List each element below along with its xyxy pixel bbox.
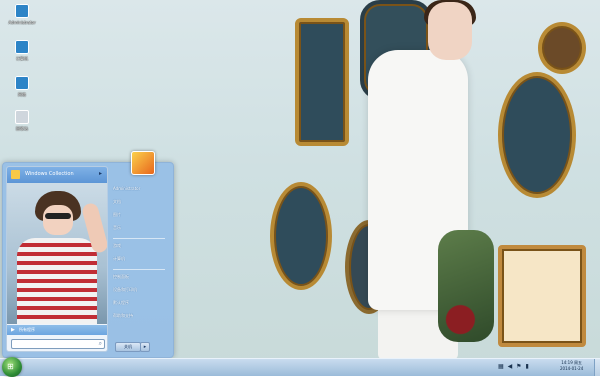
start-search-box[interactable]: ⌕ [11, 339, 105, 351]
taskbar-clock[interactable]: 14:19 周五 2014-01-24 [560, 360, 583, 372]
start-menu-user-photo [7, 183, 107, 324]
network-icon [15, 76, 29, 90]
system-tray[interactable]: ▦ ◀ ⚑ ▮ [498, 363, 530, 370]
desktop-icon-recycle-bin[interactable]: 回收站 [4, 110, 40, 132]
divider [113, 269, 165, 270]
network-icon[interactable]: ▦ [498, 363, 505, 370]
desktop-icon-label: Administrator [8, 20, 36, 25]
wallpaper-flowers [438, 230, 494, 342]
shutdown-button[interactable]: 关机 [115, 342, 141, 352]
start-menu: Windows Collection ▸ ▶ 所有程序 ⌕ Administra… [2, 151, 174, 358]
wallpaper-mirror-frame [270, 182, 332, 290]
desktop-icon-network[interactable]: 网络 [4, 76, 40, 98]
flag-icon[interactable]: ⚑ [516, 363, 522, 370]
computer-icon [15, 40, 29, 54]
start-menu-left-pane: Windows Collection ▸ ▶ 所有程序 ⌕ [6, 166, 108, 352]
all-programs-button[interactable]: ▶ 所有程序 [7, 325, 107, 335]
photo-shirt [17, 238, 97, 324]
start-item-help-support[interactable]: 帮助和支持 [113, 313, 169, 322]
start-item-documents[interactable]: 文档 [113, 199, 169, 208]
wallpaper-picture-frame [498, 245, 586, 347]
shutdown-options-button[interactable]: ▸ [140, 342, 150, 352]
desktop-icon-administrator[interactable]: Administrator [4, 4, 40, 25]
all-programs-label: 所有程序 [19, 327, 35, 332]
windows-logo-icon: ⊞ [7, 362, 14, 371]
photo-face [43, 205, 73, 235]
start-item-default-programs[interactable]: 默认程序 [113, 300, 169, 309]
start-item-pictures[interactable]: 图片 [113, 212, 169, 221]
start-button[interactable]: ⊞ [2, 357, 22, 377]
start-menu-header[interactable]: Windows Collection ▸ [7, 167, 107, 183]
taskbar: ⊞ ▦ ◀ ⚑ ▮ 14:19 周五 2014-01-24 [0, 357, 600, 377]
desktop-icon-label: 网络 [18, 92, 26, 97]
desktop-icon-computer[interactable]: 计算机 [4, 40, 40, 62]
battery-icon[interactable]: ▮ [525, 363, 529, 370]
start-item-administrator[interactable]: Administrator [113, 186, 169, 195]
windows-logo-icon [11, 170, 20, 179]
start-search-input[interactable] [12, 349, 98, 351]
wallpaper-mirror-frame [295, 18, 349, 146]
start-item-devices-printers[interactable]: 设备和打印机 [113, 287, 169, 296]
wallpaper-mirror-frame [538, 22, 586, 74]
show-desktop-button[interactable] [594, 359, 600, 376]
chevron-right-icon: ▸ [98, 170, 102, 177]
desktop-icon-label: 回收站 [16, 126, 28, 131]
start-item-games[interactable]: 游戏 [113, 243, 169, 252]
recycle-bin-icon [15, 110, 29, 124]
divider [113, 238, 165, 239]
user-folder-icon [15, 4, 29, 18]
wallpaper-mirror-frame [498, 72, 576, 198]
photo-sunglasses [45, 213, 71, 219]
start-item-music[interactable]: 音乐 [113, 225, 169, 234]
start-menu-right-pane: Administrator 文档 图片 音乐 游戏 计算机 控制面板 设备和打印… [111, 151, 169, 350]
desktop-icon-label: 计算机 [16, 56, 28, 61]
play-arrow-icon: ▶ [11, 327, 15, 333]
start-item-control-panel[interactable]: 控制面板 [113, 274, 169, 283]
clock-date: 2014-01-24 [560, 366, 584, 371]
start-menu-user-name: Windows Collection [25, 171, 74, 177]
volume-icon[interactable]: ◀ [508, 363, 514, 370]
user-picture-tile[interactable] [131, 151, 155, 175]
wallpaper-person-head [428, 2, 472, 60]
start-item-computer[interactable]: 计算机 [113, 256, 169, 265]
search-icon: ⌕ [98, 340, 102, 347]
